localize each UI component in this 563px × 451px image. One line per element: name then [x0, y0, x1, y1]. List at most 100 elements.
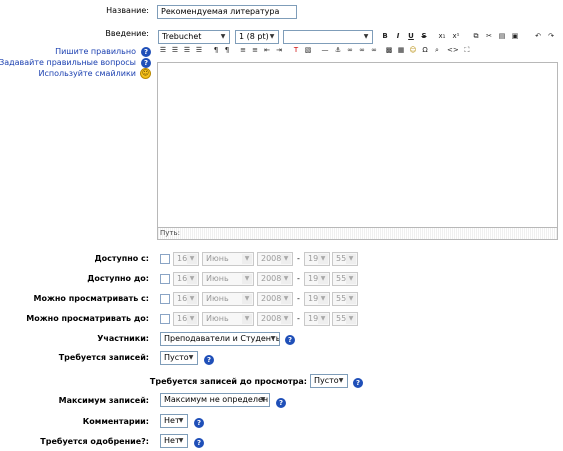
name-input[interactable]: Рекомендуемая литература	[157, 5, 297, 19]
text-color-icon[interactable]: T	[291, 45, 301, 56]
participants-select[interactable]: Преподаватели и Студенты ▼	[160, 332, 280, 346]
month-select[interactable]: Июнь ▼	[202, 292, 254, 306]
minute-select[interactable]: 55 ▼	[332, 252, 358, 266]
chevron-down-icon: ▼	[346, 314, 356, 324]
paste-icon[interactable]: ▤	[497, 31, 507, 42]
rtl-icon[interactable]: ¶	[222, 45, 232, 56]
help-icon[interactable]: ?	[276, 398, 286, 408]
year-select[interactable]: 2008 ▼	[257, 252, 293, 266]
month-value: Июнь	[206, 254, 229, 263]
comments-select[interactable]: Нет ▼	[160, 414, 188, 428]
minute-select[interactable]: 55 ▼	[332, 312, 358, 326]
bold-icon[interactable]: B	[380, 31, 390, 42]
smiley-icon[interactable]: ☺	[408, 45, 418, 56]
hour-select[interactable]: 19 ▼	[304, 312, 330, 326]
redo-icon[interactable]: ↷	[546, 31, 556, 42]
font-select[interactable]: Trebuchet ▼	[158, 30, 230, 44]
help-icon[interactable]: ?	[141, 58, 151, 68]
time-separator: -	[297, 274, 300, 283]
undo-icon[interactable]: ↶	[533, 31, 543, 42]
entries-to-view-select[interactable]: Пусто ▼	[310, 374, 348, 388]
day-select[interactable]: 16 ▼	[173, 272, 199, 286]
month-select[interactable]: Июнь ▼	[202, 252, 254, 266]
help-icon[interactable]: ?	[194, 438, 204, 448]
year-select[interactable]: 2008 ▼	[257, 272, 293, 286]
minute-select[interactable]: 55 ▼	[332, 292, 358, 306]
unlink-icon[interactable]: ∞	[357, 45, 367, 56]
help-icon[interactable]: ?	[204, 355, 214, 365]
underline-icon[interactable]: U	[406, 31, 416, 42]
intro-editor[interactable]	[157, 62, 558, 228]
unordered-list-icon[interactable]: ≡	[250, 45, 260, 56]
cut-icon[interactable]: ✂	[484, 31, 494, 42]
chevron-down-icon: ▼	[281, 314, 291, 324]
nolink-icon[interactable]: ∞	[369, 45, 379, 56]
clean-icon[interactable]: ▣	[510, 31, 520, 42]
chevron-down-icon: ▼	[281, 294, 291, 304]
enable-checkbox[interactable]	[160, 254, 170, 264]
entries-to-view-value: Пусто	[314, 376, 339, 385]
chevron-down-icon: ▼	[187, 314, 197, 324]
enable-checkbox[interactable]	[160, 274, 170, 284]
hour-select[interactable]: 19 ▼	[304, 272, 330, 286]
entries-to-view-label: Требуется записей до просмотра:	[149, 377, 307, 386]
size-select[interactable]: 1 (8 pt) ▼	[235, 30, 279, 44]
minute-value: 55	[336, 274, 347, 283]
fullscreen-icon[interactable]: ⛶	[462, 45, 472, 56]
anchor-icon[interactable]: ⚓	[333, 45, 343, 56]
strikethrough-icon[interactable]: S	[419, 31, 429, 42]
entries-required-select[interactable]: Пусто ▼	[160, 351, 198, 365]
justify-icon[interactable]: ☰	[194, 45, 204, 56]
time-separator: -	[297, 294, 300, 303]
indent-icon[interactable]: ⇥	[274, 45, 284, 56]
day-select[interactable]: 16 ▼	[173, 312, 199, 326]
year-select[interactable]: 2008 ▼	[257, 312, 293, 326]
day-select[interactable]: 16 ▼	[173, 292, 199, 306]
help-icon[interactable]: ?	[285, 335, 295, 345]
month-select[interactable]: Июнь ▼	[202, 272, 254, 286]
image-icon[interactable]: ▩	[384, 45, 394, 56]
chevron-down-icon: ▼	[363, 33, 369, 40]
approval-select[interactable]: Нет ▼	[160, 434, 188, 448]
smiley-icon[interactable]: ☺	[140, 68, 151, 79]
link-icon[interactable]: ∞	[345, 45, 355, 56]
align-left-icon[interactable]: ☰	[158, 45, 168, 56]
help-link-use-smileys[interactable]: Используйте смайлики	[38, 69, 136, 78]
day-select[interactable]: 16 ▼	[173, 252, 199, 266]
special-char-icon[interactable]: Ω	[420, 45, 430, 56]
date-row-label: Доступно с:	[94, 254, 150, 263]
help-link-write-well[interactable]: Пишите правильно	[55, 47, 136, 56]
table-icon[interactable]: ▦	[396, 45, 406, 56]
date-row-label: Можно просматривать с:	[33, 294, 149, 303]
year-select[interactable]: 2008 ▼	[257, 292, 293, 306]
ordered-list-icon[interactable]: ≡	[238, 45, 248, 56]
help-icon[interactable]: ?	[194, 418, 204, 428]
search-replace-icon[interactable]: ⌕	[432, 45, 442, 56]
font-select-value: Trebuchet	[162, 32, 202, 41]
subscript-icon[interactable]: x₁	[437, 31, 447, 42]
format-select[interactable]: ▼	[283, 30, 373, 44]
html-source-icon[interactable]: <>	[447, 45, 459, 56]
hour-select[interactable]: 19 ▼	[304, 252, 330, 266]
chevron-down-icon: ▼	[242, 294, 252, 304]
ltr-icon[interactable]: ¶	[211, 45, 221, 56]
minute-select[interactable]: 55 ▼	[332, 272, 358, 286]
help-icon[interactable]: ?	[353, 378, 363, 388]
italic-icon[interactable]: I	[393, 31, 403, 42]
hour-select[interactable]: 19 ▼	[304, 292, 330, 306]
superscript-icon[interactable]: x¹	[451, 31, 461, 42]
align-right-icon[interactable]: ☰	[182, 45, 192, 56]
help-link-ask-questions[interactable]: Задавайте правильные вопросы	[0, 58, 136, 67]
bg-color-icon[interactable]: ▧	[303, 45, 313, 56]
approval-label: Требуется одобрение?:	[40, 437, 149, 446]
outdent-icon[interactable]: ⇤	[262, 45, 272, 56]
enable-checkbox[interactable]	[160, 314, 170, 324]
copy-icon[interactable]: ⧉	[471, 31, 481, 42]
align-center-icon[interactable]: ☰	[170, 45, 180, 56]
help-icon[interactable]: ?	[141, 47, 151, 57]
hr-icon[interactable]: —	[320, 45, 330, 56]
comments-label: Комментарии:	[82, 417, 149, 426]
month-select[interactable]: Июнь ▼	[202, 312, 254, 326]
max-entries-select[interactable]: Максимум не определен ▼	[160, 393, 270, 407]
enable-checkbox[interactable]	[160, 294, 170, 304]
